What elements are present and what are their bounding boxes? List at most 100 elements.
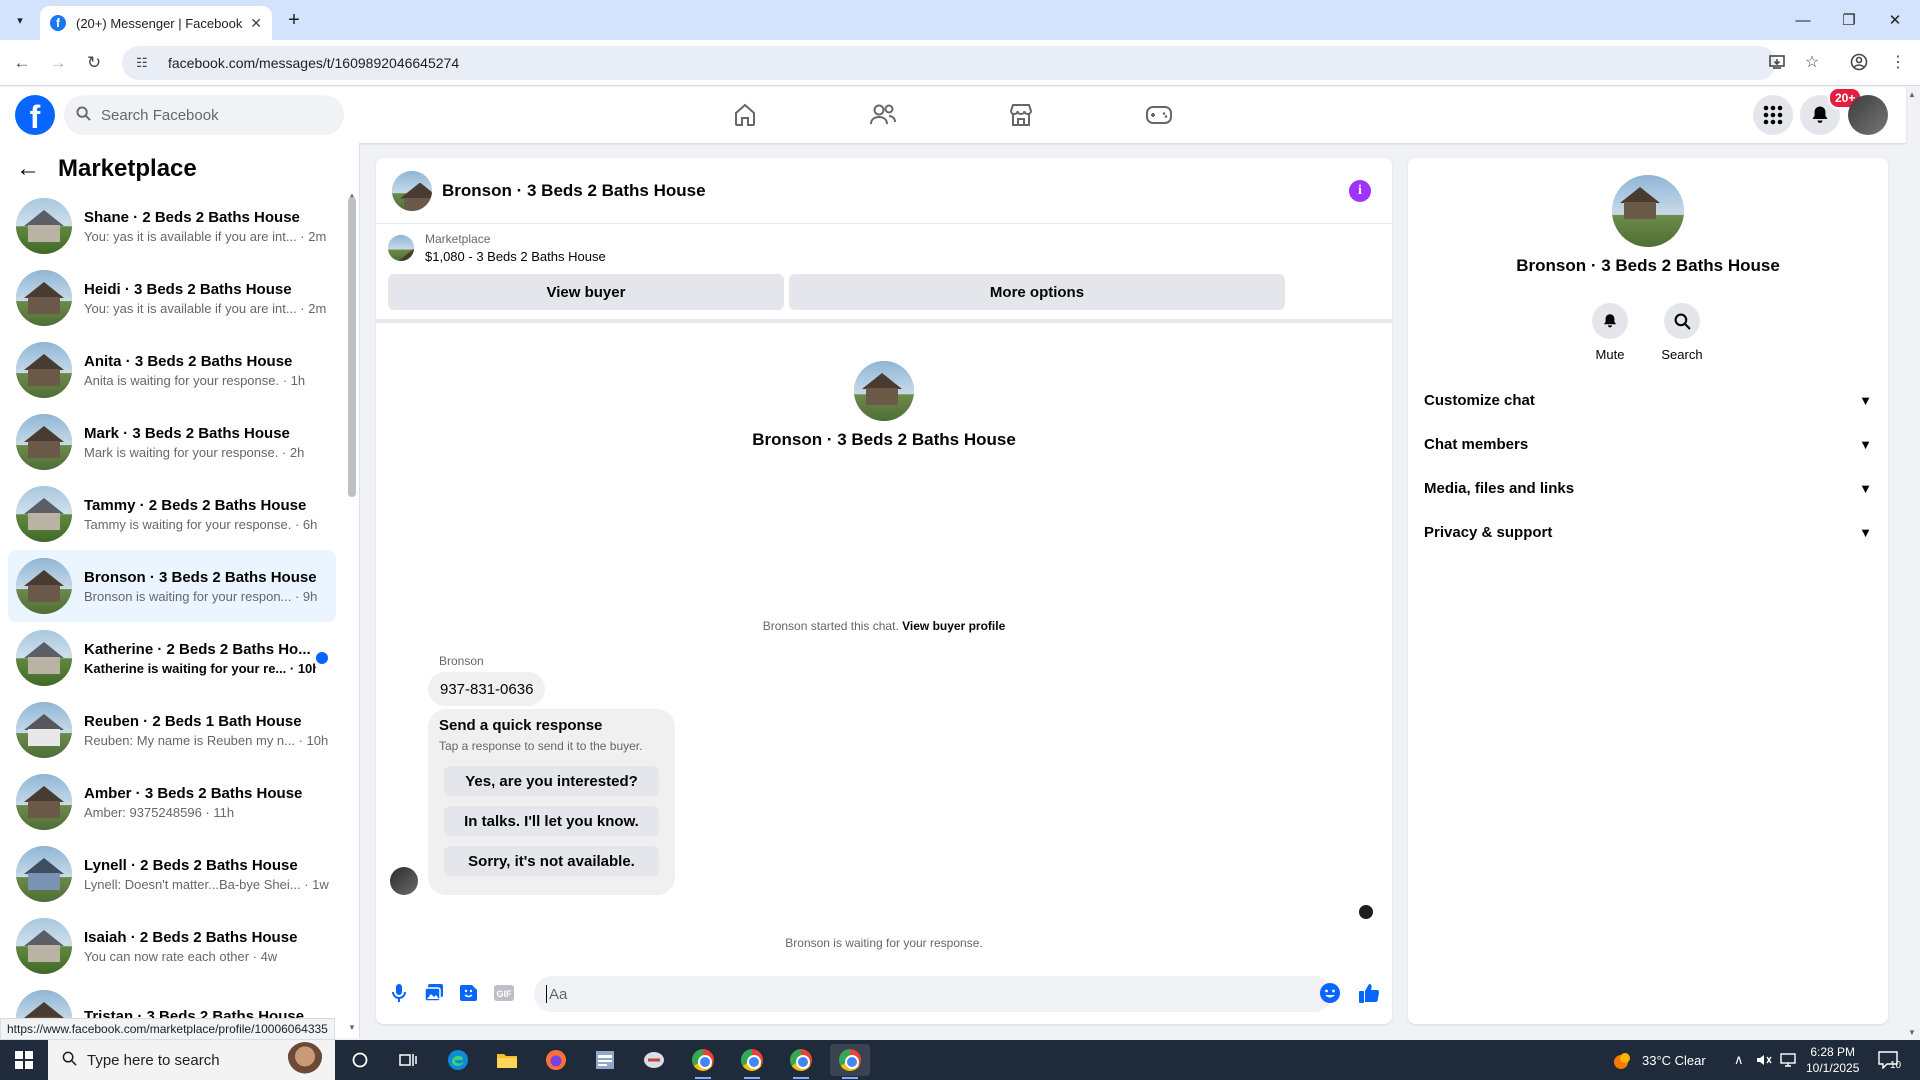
- mute-button[interactable]: Mute: [1580, 303, 1640, 362]
- listing-avatar: [16, 270, 72, 326]
- close-window-icon[interactable]: ✕: [1872, 0, 1918, 40]
- conversation-row[interactable]: Mark · 3 Beds 2 Baths House Mark is waiti…: [8, 406, 336, 478]
- sticker-icon[interactable]: [456, 980, 482, 1006]
- conversation-row[interactable]: Anita · 3 Beds 2 Baths House Anita is wai…: [8, 334, 336, 406]
- chat-title[interactable]: Bronson · 3 Beds 2 Baths House: [442, 181, 706, 201]
- search-in-chat-button[interactable]: Search: [1652, 303, 1712, 362]
- chat-members-section[interactable]: Chat members ▼: [1424, 426, 1872, 462]
- forward-icon[interactable]: →: [44, 49, 72, 77]
- conversation-row[interactable]: Amber · 3 Beds 2 Baths House Amber: 93752…: [8, 766, 336, 838]
- message-placeholder: Aa: [549, 985, 568, 1003]
- install-app-icon[interactable]: [1763, 48, 1791, 76]
- conversation-row[interactable]: Isaiah · 2 Beds 2 Baths House You can now…: [8, 910, 336, 982]
- conversation-row[interactable]: Shane · 2 Beds 2 Baths House You: yas it …: [8, 190, 336, 262]
- conversation-preview: You: yas it is available if you are int.…: [84, 228, 327, 244]
- gaming-icon[interactable]: [1139, 95, 1179, 135]
- show-hidden-icons-icon[interactable]: ∧: [1734, 1040, 1744, 1080]
- conversation-row[interactable]: Lynell · 2 Beds 2 Baths House Lynell: Doe…: [8, 838, 336, 910]
- chevron-down-icon: ▼: [1859, 436, 1872, 452]
- more-options-button[interactable]: More options: [789, 274, 1285, 310]
- friends-icon[interactable]: [863, 95, 903, 135]
- facebook-logo[interactable]: f: [15, 95, 55, 135]
- chrome-icon[interactable]: [683, 1044, 723, 1079]
- conversation-row[interactable]: Heidi · 3 Beds 2 Baths House You: yas it …: [8, 262, 336, 334]
- conversation-text: Mark · 3 Beds 2 Baths House Mark is waiti…: [84, 425, 336, 460]
- info-avatar[interactable]: [1612, 175, 1684, 247]
- page-scroll-up-icon[interactable]: ▲: [1908, 90, 1916, 99]
- photo-attach-icon[interactable]: [421, 980, 447, 1006]
- notification-center-icon[interactable]: 10: [1878, 1040, 1901, 1080]
- privacy-support-section[interactable]: Privacy & support ▼: [1424, 514, 1872, 550]
- edge-icon[interactable]: [438, 1044, 478, 1076]
- microphone-icon[interactable]: [386, 980, 412, 1006]
- page-scroll-down-icon[interactable]: ▼: [1908, 1028, 1916, 1037]
- taskbar-search-input[interactable]: Type here to search: [48, 1040, 335, 1080]
- close-tab-icon[interactable]: ✕: [250, 15, 262, 32]
- back-arrow-icon[interactable]: ←: [16, 155, 40, 183]
- home-icon[interactable]: [725, 95, 765, 135]
- chat-started-notice: Bronson started this chat. View buyer pr…: [376, 619, 1392, 633]
- minimize-icon[interactable]: —: [1780, 0, 1826, 40]
- facebook-header: f Search Facebook 20+: [0, 87, 1906, 143]
- listing-thumbnail[interactable]: [388, 235, 414, 261]
- emoji-icon[interactable]: [1317, 980, 1343, 1006]
- url-field[interactable]: ☷ facebook.com/messages/t/16098920466452…: [122, 46, 1776, 80]
- media-files-links-section[interactable]: Media, files and links ▼: [1424, 470, 1872, 506]
- app-window-icon[interactable]: [585, 1044, 625, 1076]
- new-tab-icon[interactable]: +: [282, 8, 306, 32]
- task-view-icon[interactable]: [388, 1044, 428, 1076]
- listing-avatar: [16, 558, 72, 614]
- marketplace-icon[interactable]: [1001, 95, 1041, 135]
- quick-response-option[interactable]: In talks. I'll let you know.: [444, 806, 659, 836]
- sender-avatar[interactable]: [390, 867, 418, 895]
- site-settings-icon[interactable]: ☷: [136, 55, 156, 71]
- cortana-icon[interactable]: [340, 1044, 380, 1076]
- bookmark-star-icon[interactable]: ☆: [1798, 48, 1826, 76]
- menu-grid-icon[interactable]: [1753, 95, 1793, 135]
- conversation-preview: Amber: 9375248596 · 11h: [84, 804, 235, 820]
- quick-response-option[interactable]: Yes, are you interested?: [444, 766, 659, 796]
- listing-price-title[interactable]: $1,080 - 3 Beds 2 Baths House: [425, 249, 606, 264]
- listing-summary: Marketplace $1,080 - 3 Beds 2 Baths Hous…: [388, 232, 606, 264]
- conversation-row[interactable]: Tammy · 2 Beds 2 Baths House Tammy is wai…: [8, 478, 336, 550]
- scroll-down-arrow-icon[interactable]: ▼: [348, 1023, 356, 1032]
- back-icon[interactable]: ←: [8, 49, 36, 77]
- network-icon[interactable]: [1780, 1040, 1796, 1080]
- tab-search-dropdown-icon[interactable]: ▾: [8, 8, 32, 32]
- restore-icon[interactable]: ❐: [1826, 0, 1872, 40]
- customize-chat-section[interactable]: Customize chat ▼: [1424, 382, 1872, 418]
- chrome-profile-icon[interactable]: [732, 1044, 772, 1079]
- conversation-name: Amber · 3 Beds 2 Baths House: [84, 784, 303, 802]
- gif-icon[interactable]: GIF: [491, 980, 517, 1006]
- chat-started-text: Bronson started this chat.: [762, 619, 899, 633]
- account-avatar[interactable]: [1848, 95, 1888, 135]
- conversation-row[interactable]: Reuben · 2 Beds 1 Bath House Reuben: My n…: [8, 694, 336, 766]
- sidebar-scrollbar[interactable]: [348, 197, 356, 497]
- message-input[interactable]: Aa: [534, 976, 1332, 1012]
- browser-menu-icon[interactable]: ⋮: [1884, 48, 1912, 76]
- volume-muted-icon[interactable]: [1756, 1040, 1772, 1080]
- reload-icon[interactable]: ↻: [80, 49, 108, 77]
- conversation-info-icon[interactable]: i: [1349, 180, 1371, 202]
- file-explorer-icon[interactable]: [487, 1044, 527, 1076]
- system-clock[interactable]: 6:28 PM 10/1/2025: [1806, 1044, 1859, 1076]
- browser-tab-active[interactable]: f (20+) Messenger | Facebook ✕: [40, 6, 272, 40]
- chrome-profile-icon[interactable]: [781, 1044, 821, 1079]
- view-buyer-button[interactable]: View buyer: [388, 274, 784, 310]
- facebook-search-input[interactable]: Search Facebook: [64, 95, 344, 135]
- quick-response-option[interactable]: Sorry, it's not available.: [444, 846, 659, 876]
- app-shortcut-icon[interactable]: [634, 1044, 674, 1076]
- view-buyer-profile-link[interactable]: View buyer profile: [902, 619, 1005, 633]
- sidebar-title: Marketplace: [58, 155, 197, 182]
- windows-start-icon[interactable]: [0, 1040, 48, 1080]
- conversation-row[interactable]: Katherine · 2 Beds 2 Baths Ho... Katherin…: [8, 622, 336, 694]
- like-thumb-icon[interactable]: [1356, 980, 1382, 1006]
- firefox-icon[interactable]: [536, 1044, 576, 1076]
- chrome-active-icon[interactable]: [830, 1044, 870, 1079]
- conversation-text: Bronson · 3 Beds 2 Baths House Bronson is…: [84, 569, 336, 604]
- profile-icon[interactable]: [1845, 48, 1873, 76]
- conversation-preview: Anita is waiting for your response. · 1h: [84, 372, 306, 388]
- chat-header-avatar[interactable]: [392, 170, 432, 211]
- conversation-row[interactable]: Bronson · 3 Beds 2 Baths House Bronson is…: [8, 550, 336, 622]
- weather-widget[interactable]: 33°C Clear: [1612, 1040, 1706, 1080]
